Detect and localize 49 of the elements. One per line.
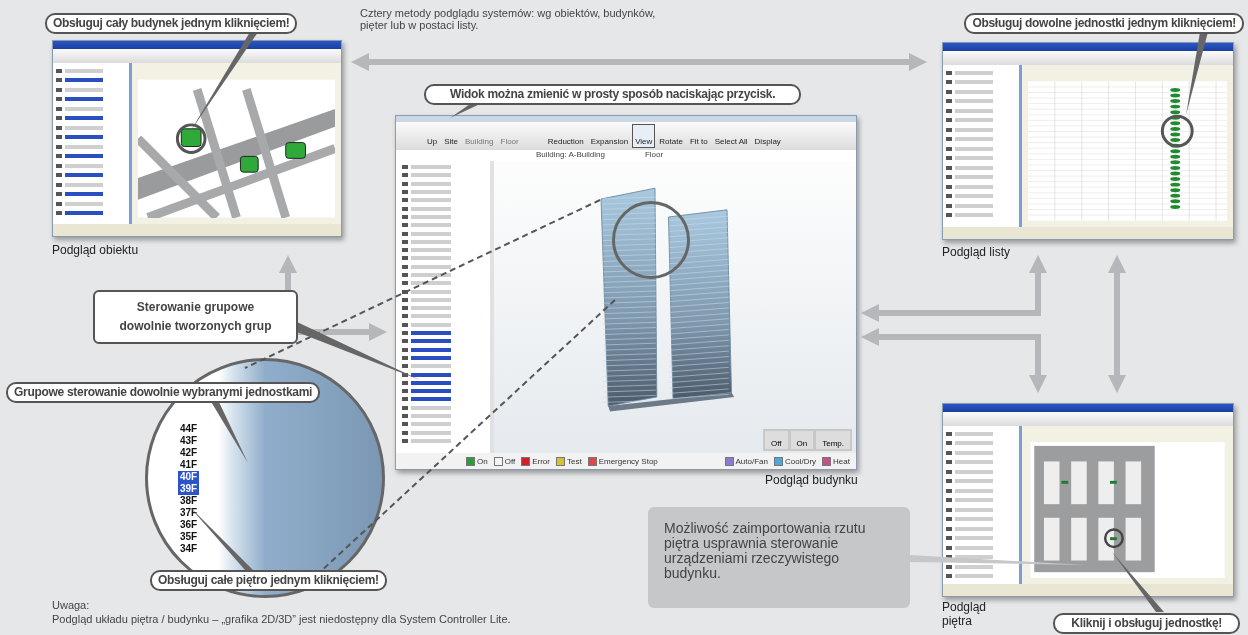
floor-label[interactable]: 37F — [178, 507, 200, 519]
floor-label[interactable]: 35F — [178, 531, 200, 543]
view-caption: Podgląd piętra — [942, 600, 988, 628]
toolbar-button[interactable]: Display — [751, 124, 784, 148]
legend-label: On — [477, 456, 488, 466]
callout-bubble: Grupowe sterowanie dowolnie wybranymi jednostkami — [6, 382, 321, 403]
toolbar-button[interactable]: Expansion — [587, 124, 632, 148]
toolbar-button[interactable]: Rotate — [656, 124, 686, 148]
legend-label: Cool/Dry — [784, 456, 817, 466]
floor-label[interactable]: 43F — [178, 435, 200, 447]
callout-bubble: Kliknij i obsługuj jednostkę! — [1053, 613, 1240, 634]
floor-label[interactable]: 41F — [178, 459, 200, 471]
toolbar-button[interactable]: Reduction — [544, 124, 587, 148]
legend-label: Heat — [833, 456, 850, 466]
view-caption: Podgląd budynku — [765, 473, 858, 487]
floor-label[interactable]: 42F — [178, 447, 200, 459]
toolbar-button[interactable]: View — [632, 124, 656, 148]
floor-label[interactable]: 38F — [178, 495, 200, 507]
legend-label: Auto/Fan — [735, 456, 768, 466]
control-button[interactable]: Off — [765, 431, 788, 449]
info-label: Floor — [644, 150, 664, 161]
floor-label[interactable]: 39F — [178, 483, 200, 495]
leader-line — [210, 400, 248, 463]
control-button[interactable]: Temp. — [816, 431, 850, 449]
callout-bubble: Obsługuj całe piętro jednym kliknięciem! — [150, 570, 387, 591]
info-label: Building: A-Building — [536, 150, 605, 161]
callout-box: Sterowanie grupowe dowolnie tworzonych grup — [93, 290, 298, 344]
legend-label: Off — [504, 456, 516, 466]
note-text: Podgląd układu piętra / budynku – „grafika 2D/3D” jest niedostępny dla System Controller Lite. — [52, 613, 511, 625]
intro-text: Cztery metody podglądu systemów: wg obiektów, budynków, pięter lub w postaci listy. — [360, 7, 657, 31]
toolbar-button[interactable]: Up — [424, 124, 441, 148]
control-button[interactable]: On — [790, 431, 814, 449]
legend-label: Error — [532, 456, 550, 466]
floor-label[interactable]: 34F — [178, 543, 200, 555]
toolbar-button[interactable]: Select All — [711, 124, 751, 148]
floor-label[interactable]: 40F — [178, 471, 200, 483]
callout-bubble: Obsługuj dowolne jednostki jednym kliknięciem! — [964, 13, 1244, 34]
view-caption: Podgląd obiektu — [52, 243, 139, 257]
callout-bubble: Obsługuj cały budynek jednym kliknięciem! — [45, 13, 298, 34]
callout-bubble: Widok można zmienić w prosty sposób naciskając przycisk. — [424, 84, 802, 105]
floor-label[interactable]: 36F — [178, 519, 200, 531]
legend-label: Test — [567, 456, 582, 466]
note-heading: Uwaga: — [52, 599, 90, 611]
floor-label[interactable]: 44F — [178, 423, 200, 435]
legend-label: Emergency Stop — [598, 456, 658, 466]
toolbar-button[interactable]: Site — [441, 124, 462, 148]
info-box: Możliwość zaimportowania rzutu piętra usprawnia sterowanie urządzeniami rzeczywistego budynku. — [648, 507, 910, 608]
view-caption: Podgląd listy — [942, 245, 1011, 259]
toolbar-button[interactable]: Fit to — [686, 124, 711, 148]
